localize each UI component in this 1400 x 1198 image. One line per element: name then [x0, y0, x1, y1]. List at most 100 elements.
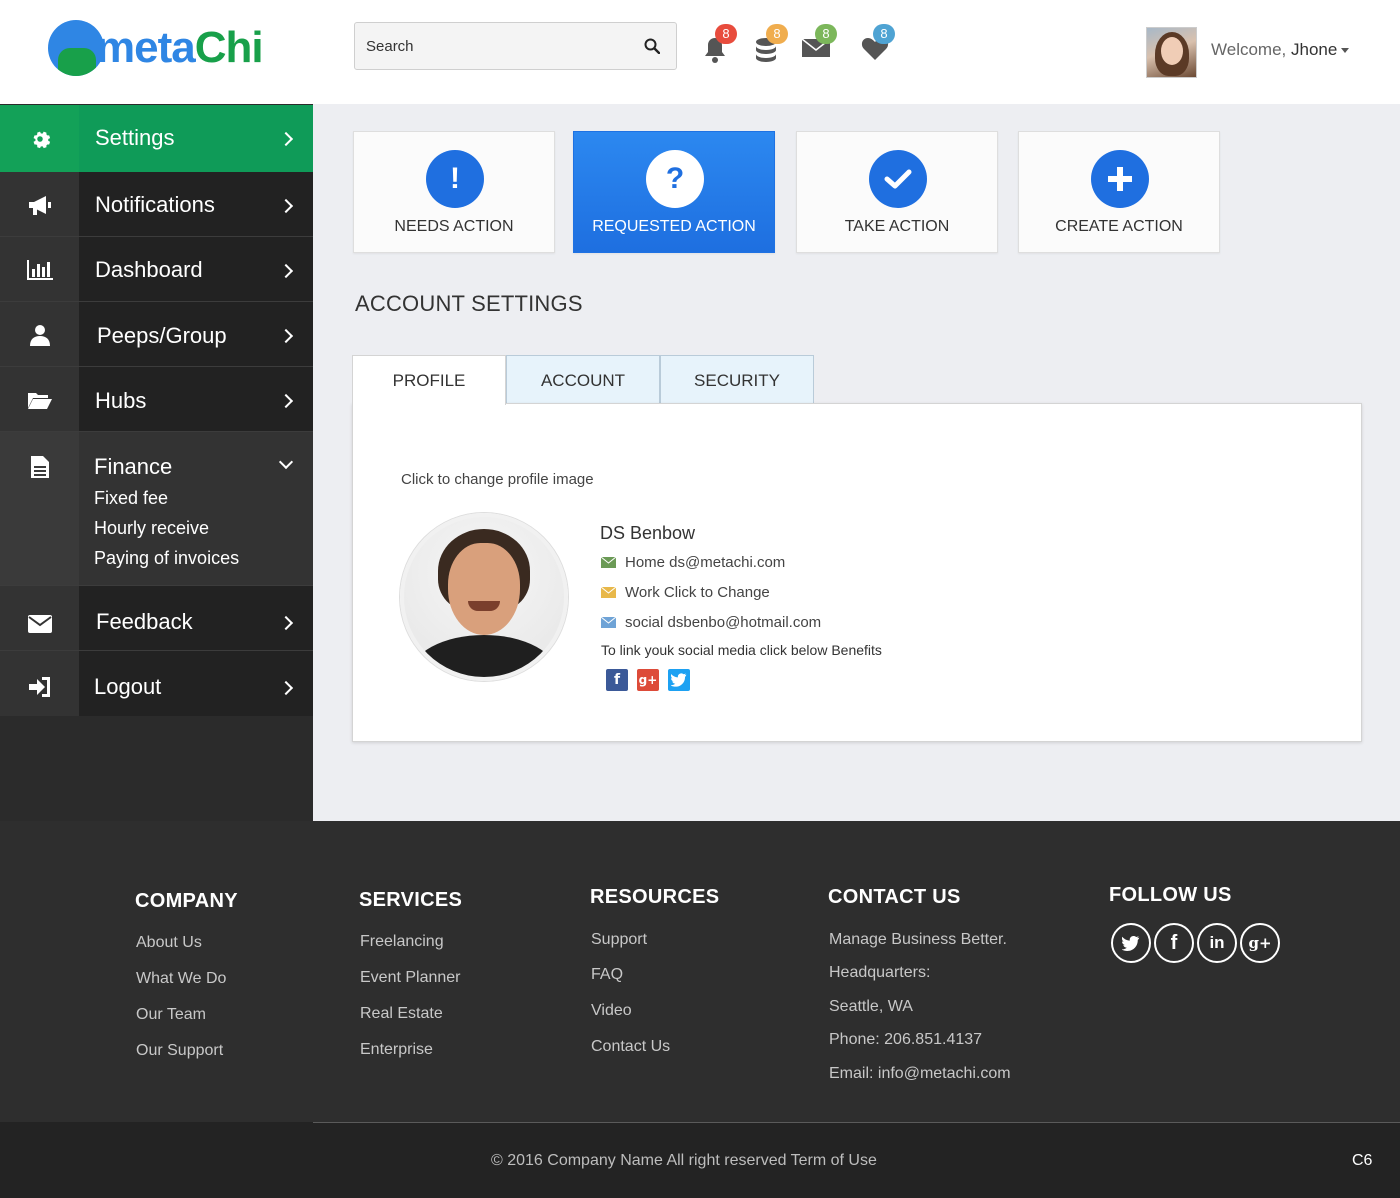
sidebar-item-label: Peeps/Group [97, 323, 227, 348]
card-label: TAKE ACTION [844, 218, 950, 235]
page-title: ACCOUNT SETTINGS [355, 291, 583, 316]
check-icon [869, 150, 927, 208]
avatar-face [1161, 37, 1183, 65]
footer-link-our-support[interactable]: Our Support [136, 1042, 223, 1060]
sidebar-item-label: Dashboard [95, 257, 203, 282]
photo-body [410, 635, 558, 677]
sidebar-subitem-fixed-fee[interactable]: Fixed fee [94, 488, 168, 509]
top-header: metaChi 8 8 8 8 [0, 0, 1400, 104]
sidebar: Settings Notifications Dashboard Peeps/G… [0, 104, 313, 821]
take-action-card[interactable]: TAKE ACTION [796, 131, 998, 253]
sidebar-icon-cell [0, 432, 79, 585]
footer-contact-tagline: Manage Business Better. [829, 931, 1007, 948]
welcome-text: Welcome, [1211, 40, 1287, 59]
twitter-icon[interactable] [1111, 923, 1151, 963]
sidebar-subitem-hourly-receive[interactable]: Hourly receive [94, 518, 209, 539]
heart-badge: 8 [873, 24, 895, 44]
sidebar-subitem-paying-invoices[interactable]: Paying of invoices [94, 548, 239, 569]
sidebar-icon-cell [0, 237, 79, 301]
logo-text: metaChi [96, 23, 264, 72]
sidebar-label-cell: Dashboard [79, 237, 313, 301]
google-plus-icon[interactable]: g+ [1240, 923, 1280, 963]
footer-link-freelancing[interactable]: Freelancing [360, 933, 444, 951]
sidebar-item-settings[interactable]: Settings [0, 105, 313, 172]
twitter-icon[interactable] [668, 669, 690, 691]
footer-link-support[interactable]: Support [591, 931, 647, 949]
bar-chart-icon [26, 260, 53, 280]
sidebar-label-cell: Feedback [79, 586, 313, 650]
card-label: NEEDS ACTION [394, 218, 514, 235]
gear-icon [33, 131, 50, 149]
footer-link-what-we-do[interactable]: What We Do [136, 970, 226, 988]
footer-link-event-planner[interactable]: Event Planner [360, 969, 461, 987]
sidebar-item-label: Logout [94, 674, 162, 699]
profile-photo[interactable] [400, 513, 568, 681]
welcome-menu[interactable]: Welcome, Jhone [1211, 40, 1350, 60]
facebook-icon[interactable]: f [1154, 923, 1194, 963]
chevron-right-icon [278, 131, 294, 147]
social-email: social dsbenbo@hotmail.com [625, 614, 822, 631]
chevron-right-icon [278, 328, 294, 344]
plus-icon [1091, 150, 1149, 208]
tab-profile[interactable]: PROFILE [352, 355, 506, 405]
sidebar-item-hubs[interactable]: Hubs [0, 367, 313, 431]
envelope-icon [601, 587, 616, 598]
search-box [354, 22, 677, 70]
footer-follow-icons: f in g+ [1111, 923, 1280, 963]
sidebar-item-label: Feedback [96, 609, 193, 634]
footer-link-video[interactable]: Video [591, 1002, 632, 1020]
envelope-icon [27, 615, 52, 633]
create-action-card[interactable]: CREATE ACTION [1018, 131, 1220, 253]
footer-company-title: COMPANY [135, 890, 238, 912]
corner-label: C6 [1352, 1152, 1373, 1169]
sidebar-icon-cell [0, 172, 79, 236]
footer-resources-title: RESOURCES [590, 886, 720, 908]
tab-account[interactable]: ACCOUNT [506, 355, 660, 404]
database-notification[interactable]: 8 [754, 24, 794, 68]
metachi-logo[interactable]: metaChi [48, 18, 264, 78]
user-icon [29, 325, 50, 346]
change-profile-image-link[interactable]: Click to change profile image [401, 471, 594, 488]
mail-notification[interactable]: 8 [801, 24, 841, 68]
bell-badge: 8 [715, 24, 737, 44]
requested-action-card[interactable]: ? REQUESTED ACTION [573, 131, 775, 253]
chevron-right-icon [278, 615, 294, 631]
document-icon [30, 456, 49, 478]
sidebar-item-dashboard[interactable]: Dashboard [0, 237, 313, 301]
sidebar-item-label: Hubs [95, 388, 147, 413]
footer-link-real-estate[interactable]: Real Estate [360, 1005, 443, 1023]
footer-contact-title: CONTACT US [828, 886, 961, 908]
sidebar-label-cell: Hubs [79, 367, 313, 431]
heart-notification[interactable]: 8 [861, 24, 901, 68]
search-icon[interactable] [644, 38, 660, 54]
sidebar-label-cell: Logout [79, 651, 313, 716]
footer-link-faq[interactable]: FAQ [591, 966, 623, 984]
work-email: Work Click to Change [625, 584, 770, 601]
social-note: To link youk social media click below Be… [601, 642, 882, 658]
footer-link-our-team[interactable]: Our Team [136, 1006, 206, 1024]
work-email-row[interactable]: Work Click to Change [601, 584, 770, 601]
search-input[interactable] [355, 23, 615, 69]
footer-follow-title: FOLLOW US [1109, 884, 1232, 906]
sidebar-label-cell: Settings [79, 105, 313, 172]
needs-action-card[interactable]: ! NEEDS ACTION [353, 131, 555, 253]
sidebar-label-cell: Peeps/Group [79, 302, 313, 366]
sidebar-icon-cell [0, 105, 79, 172]
user-avatar[interactable] [1146, 27, 1197, 78]
sidebar-item-logout[interactable]: Logout [0, 651, 313, 716]
sidebar-icon-cell [0, 651, 79, 716]
sidebar-item-peeps-group[interactable]: Peeps/Group [0, 302, 313, 366]
bell-notification[interactable]: 8 [703, 24, 743, 68]
chevron-down-icon [278, 454, 294, 470]
sidebar-item-notifications[interactable]: Notifications [0, 172, 313, 236]
sidebar-item-feedback[interactable]: Feedback [0, 586, 313, 650]
footer-link-about-us[interactable]: About Us [136, 934, 202, 952]
google-plus-icon[interactable]: g+ [637, 669, 659, 691]
footer-link-contact-us[interactable]: Contact Us [591, 1038, 670, 1056]
facebook-icon[interactable]: f [606, 669, 628, 691]
chevron-right-icon [278, 263, 294, 279]
linkedin-icon[interactable]: in [1197, 923, 1237, 963]
tab-security[interactable]: SECURITY [660, 355, 814, 404]
footer-services-title: SERVICES [359, 889, 463, 911]
footer-link-enterprise[interactable]: Enterprise [360, 1041, 433, 1059]
